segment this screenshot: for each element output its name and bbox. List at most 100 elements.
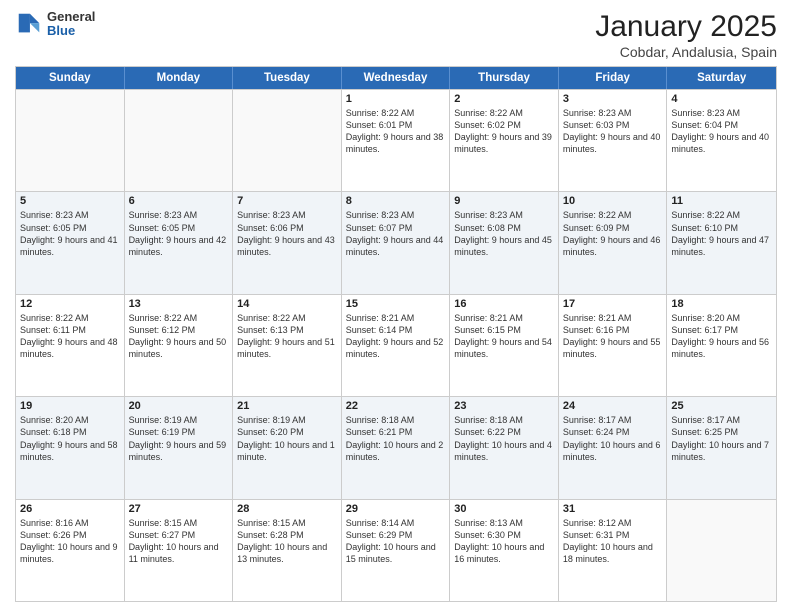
day-number: 21: [237, 400, 337, 412]
calendar-cell: 27 Sunrise: 8:15 AM Sunset: 6:27 PM Dayli…: [125, 500, 234, 601]
day-info: Sunrise: 8:22 AM Sunset: 6:11 PM Dayligh…: [20, 312, 120, 361]
day-info: Sunrise: 8:21 AM Sunset: 6:16 PM Dayligh…: [563, 312, 663, 361]
calendar-cell: 11 Sunrise: 8:22 AM Sunset: 6:10 PM Dayli…: [667, 192, 776, 293]
day-number: 30: [454, 503, 554, 515]
calendar-cell: [125, 90, 234, 191]
calendar-cell: 16Sunrise: 8:21 AM Sunset: 6:15 PM Dayli…: [450, 295, 559, 396]
weekday-header: Saturday: [667, 67, 776, 89]
day-number: 31: [563, 503, 663, 515]
day-number: 7: [237, 195, 337, 207]
day-info: Sunrise: 8:23 AM Sunset: 6:07 PM Dayligh…: [346, 209, 446, 258]
day-number: 27: [129, 503, 229, 515]
calendar-title: January 2025: [595, 10, 777, 44]
day-number: 8: [346, 195, 446, 207]
day-info: Sunrise: 8:15 AM Sunset: 6:28 PM Dayligh…: [237, 517, 337, 566]
day-info: Sunrise: 8:19 AM Sunset: 6:19 PM Dayligh…: [129, 414, 229, 463]
calendar-row: 5 Sunrise: 8:23 AM Sunset: 6:05 PM Daylig…: [16, 191, 776, 293]
day-number: 3: [563, 93, 663, 105]
day-info: Sunrise: 8:12 AM Sunset: 6:31 PM Dayligh…: [563, 517, 663, 566]
day-info: Sunrise: 8:23 AM Sunset: 6:08 PM Dayligh…: [454, 209, 554, 258]
weekday-header: Friday: [559, 67, 668, 89]
day-info: Sunrise: 8:23 AM Sunset: 6:05 PM Dayligh…: [20, 209, 120, 258]
day-info: Sunrise: 8:23 AM Sunset: 6:03 PM Dayligh…: [563, 107, 663, 156]
day-number: 20: [129, 400, 229, 412]
calendar-cell: [233, 90, 342, 191]
day-info: Sunrise: 8:17 AM Sunset: 6:24 PM Dayligh…: [563, 414, 663, 463]
day-number: 23: [454, 400, 554, 412]
day-number: 28: [237, 503, 337, 515]
day-info: Sunrise: 8:22 AM Sunset: 6:01 PM Dayligh…: [346, 107, 446, 156]
calendar-row: 12 Sunrise: 8:22 AM Sunset: 6:11 PM Dayli…: [16, 294, 776, 396]
day-number: 12: [20, 298, 120, 310]
day-number: 5: [20, 195, 120, 207]
day-number: 2: [454, 93, 554, 105]
weekday-header: Wednesday: [342, 67, 451, 89]
calendar-cell: [667, 500, 776, 601]
title-block: January 2025 Cobdar, Andalusia, Spain: [595, 10, 777, 60]
day-number: 10: [563, 195, 663, 207]
calendar-cell: 7 Sunrise: 8:23 AM Sunset: 6:06 PM Daylig…: [233, 192, 342, 293]
calendar-body: 1 Sunrise: 8:22 AM Sunset: 6:01 PM Daylig…: [16, 89, 776, 601]
day-info: Sunrise: 8:20 AM Sunset: 6:17 PM Dayligh…: [671, 312, 772, 361]
calendar-cell: 5 Sunrise: 8:23 AM Sunset: 6:05 PM Daylig…: [16, 192, 125, 293]
day-number: 11: [671, 195, 772, 207]
day-info: Sunrise: 8:23 AM Sunset: 6:04 PM Dayligh…: [671, 107, 772, 156]
calendar-cell: 28 Sunrise: 8:15 AM Sunset: 6:28 PM Dayli…: [233, 500, 342, 601]
day-info: Sunrise: 8:14 AM Sunset: 6:29 PM Dayligh…: [346, 517, 446, 566]
calendar-cell: 8 Sunrise: 8:23 AM Sunset: 6:07 PM Daylig…: [342, 192, 451, 293]
calendar-cell: 14Sunrise: 8:22 AM Sunset: 6:13 PM Dayli…: [233, 295, 342, 396]
calendar-cell: 9 Sunrise: 8:23 AM Sunset: 6:08 PM Daylig…: [450, 192, 559, 293]
calendar-cell: 2 Sunrise: 8:22 AM Sunset: 6:02 PM Daylig…: [450, 90, 559, 191]
day-info: Sunrise: 8:13 AM Sunset: 6:30 PM Dayligh…: [454, 517, 554, 566]
logo-icon: [15, 10, 43, 38]
day-number: 1: [346, 93, 446, 105]
day-number: 22: [346, 400, 446, 412]
calendar-cell: 12 Sunrise: 8:22 AM Sunset: 6:11 PM Dayli…: [16, 295, 125, 396]
calendar-cell: 4 Sunrise: 8:23 AM Sunset: 6:04 PM Daylig…: [667, 90, 776, 191]
calendar-cell: 17Sunrise: 8:21 AM Sunset: 6:16 PM Dayli…: [559, 295, 668, 396]
day-number: 9: [454, 195, 554, 207]
day-number: 18: [671, 298, 772, 310]
calendar-location: Cobdar, Andalusia, Spain: [595, 44, 777, 60]
calendar-cell: 24 Sunrise: 8:17 AM Sunset: 6:24 PM Dayli…: [559, 397, 668, 498]
day-info: Sunrise: 8:23 AM Sunset: 6:06 PM Dayligh…: [237, 209, 337, 258]
day-info: Sunrise: 8:22 AM Sunset: 6:12 PM Dayligh…: [129, 312, 229, 361]
day-number: 13: [129, 298, 229, 310]
day-info: Sunrise: 8:17 AM Sunset: 6:25 PM Dayligh…: [671, 414, 772, 463]
weekday-header: Monday: [125, 67, 234, 89]
day-info: Sunrise: 8:19 AM Sunset: 6:20 PM Dayligh…: [237, 414, 337, 463]
calendar-cell: 13 Sunrise: 8:22 AM Sunset: 6:12 PM Dayli…: [125, 295, 234, 396]
calendar-row: 1 Sunrise: 8:22 AM Sunset: 6:01 PM Daylig…: [16, 89, 776, 191]
day-number: 19: [20, 400, 120, 412]
calendar-cell: [16, 90, 125, 191]
calendar-page: General Blue January 2025 Cobdar, Andalu…: [0, 0, 792, 612]
calendar-cell: 26Sunrise: 8:16 AM Sunset: 6:26 PM Dayli…: [16, 500, 125, 601]
calendar-cell: 30 Sunrise: 8:13 AM Sunset: 6:30 PM Dayli…: [450, 500, 559, 601]
weekday-header: Sunday: [16, 67, 125, 89]
calendar-cell: 23 Sunrise: 8:18 AM Sunset: 6:22 PM Dayli…: [450, 397, 559, 498]
calendar-cell: 29 Sunrise: 8:14 AM Sunset: 6:29 PM Dayli…: [342, 500, 451, 601]
day-info: Sunrise: 8:18 AM Sunset: 6:22 PM Dayligh…: [454, 414, 554, 463]
calendar-cell: 22Sunrise: 8:18 AM Sunset: 6:21 PM Dayli…: [342, 397, 451, 498]
day-info: Sunrise: 8:22 AM Sunset: 6:02 PM Dayligh…: [454, 107, 554, 156]
calendar-cell: 20 Sunrise: 8:19 AM Sunset: 6:19 PM Dayli…: [125, 397, 234, 498]
calendar-cell: 18 Sunrise: 8:20 AM Sunset: 6:17 PM Dayli…: [667, 295, 776, 396]
calendar-cell: 15 Sunrise: 8:21 AM Sunset: 6:14 PM Dayli…: [342, 295, 451, 396]
calendar-cell: 21 Sunrise: 8:19 AM Sunset: 6:20 PM Dayli…: [233, 397, 342, 498]
day-info: Sunrise: 8:22 AM Sunset: 6:10 PM Dayligh…: [671, 209, 772, 258]
day-info: Sunrise: 8:20 AM Sunset: 6:18 PM Dayligh…: [20, 414, 120, 463]
day-info: Sunrise: 8:23 AM Sunset: 6:05 PM Dayligh…: [129, 209, 229, 258]
calendar-header: SundayMondayTuesdayWednesdayThursdayFrid…: [16, 67, 776, 89]
day-number: 15: [346, 298, 446, 310]
logo-text: General Blue: [47, 10, 95, 39]
day-number: 4: [671, 93, 772, 105]
day-number: 24: [563, 400, 663, 412]
calendar: SundayMondayTuesdayWednesdayThursdayFrid…: [15, 66, 777, 602]
calendar-cell: 6Sunrise: 8:23 AM Sunset: 6:05 PM Daylig…: [125, 192, 234, 293]
day-info: Sunrise: 8:15 AM Sunset: 6:27 PM Dayligh…: [129, 517, 229, 566]
day-info: Sunrise: 8:16 AM Sunset: 6:26 PM Dayligh…: [20, 517, 120, 566]
logo: General Blue: [15, 10, 95, 39]
day-info: Sunrise: 8:21 AM Sunset: 6:14 PM Dayligh…: [346, 312, 446, 361]
day-number: 29: [346, 503, 446, 515]
day-info: Sunrise: 8:22 AM Sunset: 6:13 PM Dayligh…: [237, 312, 337, 361]
